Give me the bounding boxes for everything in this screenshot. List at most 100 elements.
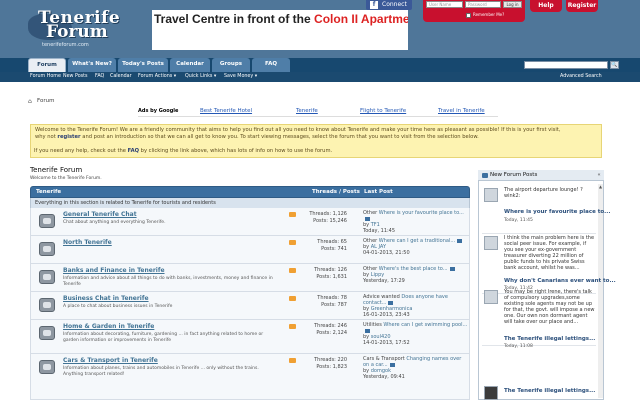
search-icon[interactable]: 🔍 [610,61,619,69]
forum-name-link[interactable]: Business Chat in Tenerife [63,295,149,302]
forum-row: Cars & Transport in Tenerife Information… [30,354,470,400]
forum-name-link[interactable]: Home & Garden in Tenerife [63,323,154,330]
avatar[interactable] [484,236,498,250]
forum-name-link[interactable]: General Tenerife Chat [63,211,137,218]
post-count: Posts: 1,631 [316,274,347,280]
avatar[interactable] [484,290,498,304]
ads-by-google-label[interactable]: Ads by Google [138,108,178,114]
ad-link[interactable]: Flight to Tenerife [360,108,406,114]
subnav-faq[interactable]: FAQ [95,73,104,81]
forum-status-icon [39,326,55,340]
go-to-last-post-icon[interactable] [457,238,463,243]
ads-divider [138,116,498,117]
ad-link[interactable]: Travel in Tenerife [438,108,485,114]
remember-me[interactable]: Remember Me? [466,12,504,18]
facebook-connect-button[interactable]: f Connect [366,0,412,10]
posts-icon [482,173,488,178]
avatar[interactable] [484,188,498,202]
help-button[interactable]: Help [530,0,562,12]
last-post-title[interactable]: Where can I get swimming pool... [383,322,467,328]
last-post-date: Yesterday, 17:29 [363,278,405,284]
rss-icon[interactable] [289,324,296,329]
last-post: Advice wanted Does anyone have contact..… [363,294,469,318]
post-count: Posts: 15,246 [313,218,347,224]
post-count: Posts: 2,124 [316,330,347,336]
forum-stats: Threads: 126 Posts: 1,631 [301,267,347,281]
collapse-icon[interactable]: « [596,172,602,178]
password-input[interactable]: Password [465,1,501,8]
breadcrumb[interactable]: Forum [37,98,54,104]
sidebar-title: New Forum Posts [478,170,604,181]
last-post-date: 04-01-2013, 21:50 [363,250,410,256]
subnav-quick-links[interactable]: Quick Links ▾ [185,73,216,81]
go-to-last-post-icon[interactable] [365,328,370,333]
subnav-forum-actions[interactable]: Forum Actions ▾ [138,73,176,81]
username-input[interactable]: User Name [426,1,463,8]
post-count: Posts: 741 [321,246,347,252]
forum-stats: Threads: 65 Posts: 741 [301,239,347,253]
header-banner-ad[interactable]: Travel Centre in front of the Colon II A… [152,10,408,50]
col-last-post: Last Post [364,189,393,195]
rss-icon[interactable] [289,212,296,217]
search-input[interactable] [524,61,608,69]
last-post-date: 14-01-2013, 17:52 [363,340,410,346]
forum-status-icon [39,360,55,374]
section-label[interactable]: Tenerife [36,188,61,196]
sidebar-post-link[interactable]: Why don't Canarians ever want to... [504,278,616,284]
subnav-calendar[interactable]: Calendar [110,73,132,81]
tab-faq[interactable]: FAQ [252,58,290,72]
notice-text-line1: Welcome to the Tenerife Forum! We are a … [35,127,561,133]
ad-link[interactable]: Tenerife [296,108,318,114]
sidebar-post-link[interactable]: The Tenerife illegal lettings... [504,388,595,394]
rss-icon[interactable] [289,240,296,245]
go-to-last-post-icon[interactable] [388,300,394,305]
forum-description: Information about decorating, furniture,… [63,332,264,343]
tab-todays-posts[interactable]: Today's Posts [118,58,168,72]
logo-url: tenerifeforum.com [42,42,89,48]
scroll-up-icon[interactable]: ▲ [598,184,603,189]
post-count: Posts: 1,823 [316,364,347,370]
go-to-last-post-icon[interactable] [389,362,395,367]
tab-groups[interactable]: Groups [212,58,250,72]
facebook-icon: f [370,1,378,9]
home-icon[interactable]: ⌂ [28,98,32,105]
subnav-forum-home[interactable]: Forum Home [30,73,61,81]
register-button[interactable]: Register [566,0,598,12]
sidebar-post: I think the main problem here is the soc… [482,234,616,294]
forum-status-icon [39,242,55,256]
go-to-last-post-icon[interactable] [365,216,370,221]
login-button[interactable]: Log in [503,1,522,8]
advanced-search-link[interactable]: Advanced Search [560,73,602,81]
go-to-last-post-icon[interactable] [449,266,455,271]
sidebar-post-link[interactable]: The Tenerife illegal lettings... [504,336,595,342]
subnav-new-posts[interactable]: New Posts [63,73,88,81]
subnav-save-money[interactable]: Save Money ▾ [224,73,257,81]
tab-whats-new[interactable]: What's New? [68,58,116,72]
tab-forum[interactable]: Forum [28,58,66,72]
banner-text: Travel Centre in front of the Colon II A… [154,12,408,26]
ad-link[interactable]: Best Tenerife Hotel [200,108,252,114]
forum-name-link[interactable]: North Tenerife [63,239,112,246]
rss-icon[interactable] [289,296,296,301]
tab-calendar[interactable]: Calendar [170,58,210,72]
thread-count: Threads: 220 [314,357,347,363]
last-post-title[interactable]: Where's the best place to... [379,266,448,272]
rss-icon[interactable] [289,358,296,363]
remember-checkbox[interactable] [466,12,471,18]
rss-icon[interactable] [289,268,296,273]
logo-line2: Forum [46,22,108,42]
sidebar-post-link[interactable]: Where is your favourite place to... [504,209,610,215]
site-logo[interactable]: Tenerife Forum tenerifeforum.com [28,8,138,52]
forum-subtitle: Welcome to the Tenerife Forum. [30,176,102,181]
last-post-title[interactable]: Where can I get a traditional... [379,238,455,244]
forum-name-link[interactable]: Cars & Transport in Tenerife [63,357,158,364]
last-post-date: Yesterday, 09:41 [363,374,405,380]
sidebar-scrollbar[interactable] [598,184,603,398]
register-link[interactable]: register [57,134,80,140]
last-post-title[interactable]: Where is your favourite place to... [379,210,464,216]
faq-link[interactable]: FAQ [128,148,139,154]
forum-description: Chat about anything and everything Tener… [63,220,166,225]
avatar[interactable] [484,386,498,400]
forum-name-link[interactable]: Banks and Finance in Tenerife [63,267,165,274]
forum-title: Tenerife Forum [30,166,83,174]
